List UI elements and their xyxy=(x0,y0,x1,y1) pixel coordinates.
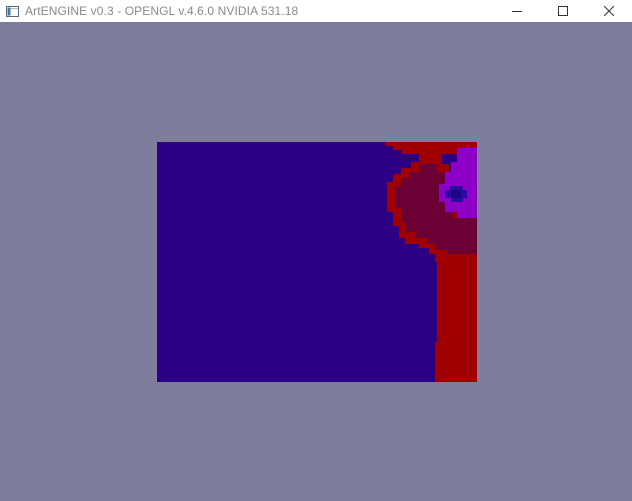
app-window-icon xyxy=(6,5,19,17)
window-title: ArtENGINE v0.3 - OPENGL v.4.6.0 NVIDIA 5… xyxy=(25,4,299,18)
maximize-icon xyxy=(558,6,568,16)
app-window: ArtENGINE v0.3 - OPENGL v.4.6.0 NVIDIA 5… xyxy=(0,0,632,501)
blue-eye-center xyxy=(451,190,461,198)
render-viewport[interactable] xyxy=(157,142,477,382)
rendered-scene xyxy=(157,142,477,382)
minimize-icon xyxy=(512,11,522,12)
minimize-button[interactable] xyxy=(494,0,540,22)
client-area[interactable] xyxy=(0,22,632,501)
caption-buttons xyxy=(494,0,632,22)
maximize-button[interactable] xyxy=(540,0,586,22)
close-button[interactable] xyxy=(586,0,632,22)
title-bar[interactable]: ArtENGINE v0.3 - OPENGL v.4.6.0 NVIDIA 5… xyxy=(0,0,632,22)
close-icon xyxy=(604,6,614,16)
